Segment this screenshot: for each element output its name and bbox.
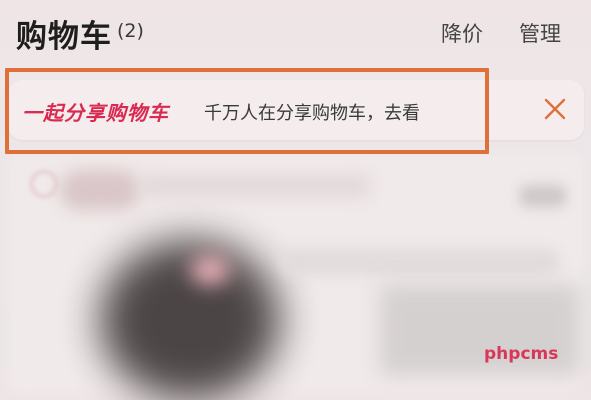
blurred-product-title <box>280 248 560 276</box>
manage-button[interactable]: 管理 <box>519 18 561 48</box>
price-drop-button[interactable]: 降价 <box>441 18 483 48</box>
cart-count: (2) <box>117 20 144 42</box>
top-header: 购物车 (2) 降价 管理 <box>0 0 591 64</box>
blurred-coupon-button <box>520 185 566 207</box>
blurred-product-accent <box>190 255 230 285</box>
blurred-shop-tag <box>60 170 140 210</box>
close-icon[interactable] <box>542 96 568 122</box>
watermark-text: phpcms <box>484 344 559 364</box>
blurred-shop-name <box>140 175 370 197</box>
page-title: 购物车 <box>16 19 112 55</box>
blurred-product-image <box>100 240 280 400</box>
blurred-select-checkbox <box>30 170 58 198</box>
highlight-annotation-box <box>5 68 489 154</box>
